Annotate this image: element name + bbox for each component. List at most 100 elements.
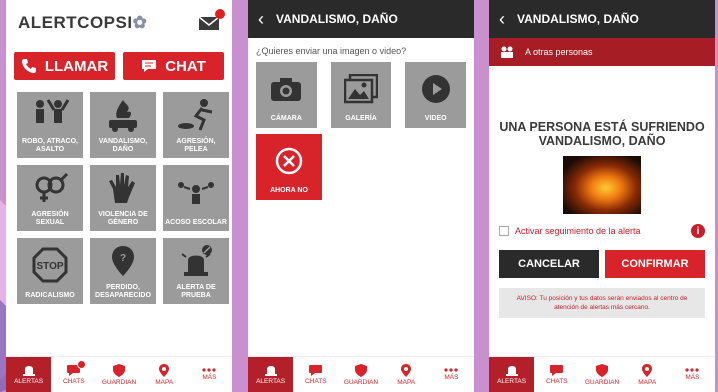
nav-label: MAPA xyxy=(397,378,416,386)
location-pin-icon xyxy=(401,363,412,377)
media-screen: ‹ VANDALISMO, DAÑO ¿Quieres enviar una i… xyxy=(248,0,474,392)
nav-label: GUARDIAN xyxy=(343,378,379,386)
chat-icon xyxy=(142,60,157,72)
video-button[interactable]: VIDEO xyxy=(405,62,467,128)
camera-button[interactable]: CÁMARA xyxy=(256,62,317,128)
nav-label: GUARDIAN xyxy=(101,378,137,386)
tile-gender-violence[interactable]: VIOLENCIA DE GÉNERO xyxy=(90,165,156,231)
confirm-screen: ‹ VANDALISMO, DAÑO A otras personas UNA … xyxy=(489,0,715,392)
tile-label: VANDALISMO, DAÑO xyxy=(98,138,148,153)
nav-map[interactable]: MAPA xyxy=(384,357,429,392)
nav-label: ALERTAS xyxy=(497,378,527,385)
tile-label: VIOLENCIA DE GÉNERO xyxy=(98,211,148,226)
nav-guardian[interactable]: GUARDIAN xyxy=(338,357,383,392)
follow-checkbox[interactable] xyxy=(499,226,509,236)
shield-icon xyxy=(596,363,608,377)
back-arrow-icon[interactable]: ‹ xyxy=(258,9,264,30)
nav-label: CHATS xyxy=(546,377,568,385)
more-icon xyxy=(202,368,217,372)
nav-alerts[interactable]: ALERTAS xyxy=(248,357,294,392)
alerts-screen: ALERTCOPSI✿ LLAMAR CHAT ROBO, ATRACO, AS… xyxy=(6,0,232,392)
nav-chats[interactable]: CHATS xyxy=(293,357,338,392)
tile-radicalism[interactable]: STOP RADICALISMO xyxy=(17,238,83,304)
screen-header: ‹ VANDALISMO, DAÑO xyxy=(248,0,474,38)
gallery-label: GALERÍA xyxy=(345,115,377,122)
vandalism-icon xyxy=(109,100,137,132)
tile-missing[interactable]: ? PERDIDO, DESAPARECIDO xyxy=(90,238,156,304)
skip-media-button[interactable]: AHORA NO xyxy=(256,134,322,200)
tile-label: AGRESIÓN, PELEA xyxy=(176,138,216,153)
app-header: ALERTCOPSI✿ xyxy=(6,0,232,46)
mail-icon[interactable] xyxy=(198,9,225,31)
info-icon[interactable]: i xyxy=(691,224,705,238)
call-button[interactable]: LLAMAR xyxy=(14,52,115,80)
camera-label: CÁMARA xyxy=(270,115,302,122)
shield-icon xyxy=(113,363,125,377)
page-title: VANDALISMO, DAÑO xyxy=(517,12,639,26)
location-pin-icon xyxy=(159,363,170,377)
stop-icon: STOP xyxy=(32,247,68,283)
tile-bullying[interactable]: ACOSO ESCOLAR xyxy=(163,165,229,231)
tile-sexual-aggression[interactable]: AGRESIÓN SEXUAL xyxy=(17,165,83,231)
nav-label: MAPA xyxy=(155,378,174,386)
nav-label: CHATS xyxy=(305,377,327,385)
confirm-button[interactable]: CONFIRMAR xyxy=(605,250,705,278)
more-icon xyxy=(444,368,459,372)
app-logo: ALERTCOPSI✿ xyxy=(18,13,148,32)
nav-label: MÁS xyxy=(685,374,700,381)
back-arrow-icon[interactable]: ‹ xyxy=(499,9,505,30)
notification-dot xyxy=(215,9,225,19)
nav-more[interactable]: MÁS xyxy=(429,357,474,392)
nav-more[interactable]: MÁS xyxy=(670,357,715,392)
tile-label: ROBO, ATRACO, ASALTO xyxy=(22,138,78,153)
privacy-notice: AVISO: Tu posición y tus datos serán env… xyxy=(499,288,705,318)
nav-alerts[interactable]: ALERTAS xyxy=(489,357,535,392)
bottom-nav: ALERTAS CHATS GUARDIAN MAPA MÁS xyxy=(6,356,232,392)
notification-dot xyxy=(77,360,87,369)
more-icon xyxy=(685,368,700,372)
location-pin-icon xyxy=(642,363,653,377)
tile-label: AGRESIÓN SEXUAL xyxy=(31,211,69,226)
location-pin-icon: ? xyxy=(112,246,134,276)
gallery-icon xyxy=(344,73,378,103)
nav-more[interactable]: MÁS xyxy=(187,357,232,392)
phone-icon xyxy=(21,59,36,73)
tile-fight[interactable]: AGRESIÓN, PELEA xyxy=(163,92,229,158)
follow-label: Activar seguimiento de la alerta xyxy=(515,226,641,236)
close-icon xyxy=(275,147,303,174)
tile-label: ACOSO ESCOLAR xyxy=(165,219,227,226)
hand-icon xyxy=(109,173,135,203)
nav-chats[interactable]: CHATS xyxy=(534,357,579,392)
nav-alerts[interactable]: ALERTAS xyxy=(6,357,52,392)
camera-icon xyxy=(271,77,302,101)
alert-message: UNA PERSONA ESTÁ SUFRIENDO VANDALISMO, D… xyxy=(499,120,705,148)
nav-label: CHATS xyxy=(63,377,85,385)
tile-test-alert[interactable]: ALERTA DE PRUEBA xyxy=(163,238,229,304)
nav-label: MÁS xyxy=(444,374,459,381)
nav-map[interactable]: MAPA xyxy=(625,357,670,392)
chat-icon xyxy=(550,364,564,376)
people-icon xyxy=(501,46,513,58)
svg-text:?: ? xyxy=(120,253,126,264)
screen-header: ‹ VANDALISMO, DAÑO xyxy=(489,0,715,38)
siren-icon xyxy=(264,366,277,376)
nav-map[interactable]: MAPA xyxy=(142,357,187,392)
chat-button[interactable]: CHAT xyxy=(123,52,224,80)
media-question: ¿Quieres enviar una imagen o video? xyxy=(256,46,407,56)
tile-label: RADICALISMO xyxy=(25,292,75,299)
video-label: VIDEO xyxy=(424,115,447,122)
attached-image xyxy=(563,156,641,214)
cancel-button[interactable]: CANCELAR xyxy=(499,250,599,278)
nav-guardian[interactable]: GUARDIAN xyxy=(96,357,141,392)
recipient-bar[interactable]: A otras personas xyxy=(489,38,715,66)
nav-label: MAPA xyxy=(638,378,657,386)
nav-chats[interactable]: CHATS xyxy=(51,357,96,392)
gallery-button[interactable]: GALERÍA xyxy=(330,62,392,128)
call-label: LLAMAR xyxy=(44,57,109,75)
bottom-nav: ALERTAS CHATS GUARDIAN MAPA MÁS xyxy=(489,356,715,392)
tile-robbery[interactable]: ROBO, ATRACO, ASALTO xyxy=(17,92,83,158)
nav-guardian[interactable]: GUARDIAN xyxy=(579,357,624,392)
tile-vandalism[interactable]: VANDALISMO, DAÑO xyxy=(90,92,156,158)
nav-label: ALERTAS xyxy=(256,378,286,385)
page-title: VANDALISMO, DAÑO xyxy=(276,12,398,26)
